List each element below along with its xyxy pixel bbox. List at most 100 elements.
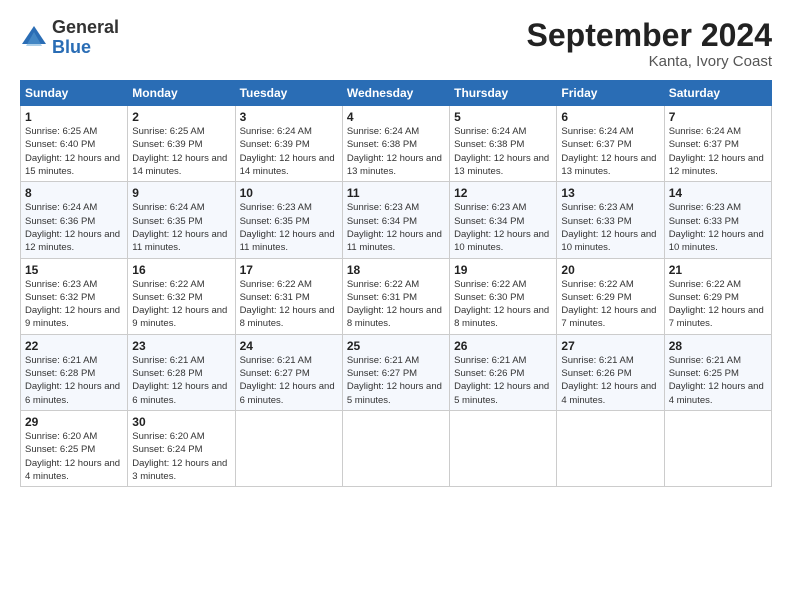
calendar-cell: [664, 410, 771, 486]
calendar-cell: 6Sunrise: 6:24 AM Sunset: 6:37 PM Daylig…: [557, 106, 664, 182]
day-info: Sunrise: 6:20 AM Sunset: 6:24 PM Dayligh…: [132, 430, 230, 483]
calendar-cell: 30Sunrise: 6:20 AM Sunset: 6:24 PM Dayli…: [128, 410, 235, 486]
calendar-cell: 29Sunrise: 6:20 AM Sunset: 6:25 PM Dayli…: [21, 410, 128, 486]
day-info: Sunrise: 6:21 AM Sunset: 6:25 PM Dayligh…: [669, 354, 767, 407]
calendar-cell: 12Sunrise: 6:23 AM Sunset: 6:34 PM Dayli…: [450, 182, 557, 258]
calendar-cell: 16Sunrise: 6:22 AM Sunset: 6:32 PM Dayli…: [128, 258, 235, 334]
day-number: 19: [454, 263, 552, 277]
day-info: Sunrise: 6:24 AM Sunset: 6:37 PM Dayligh…: [561, 125, 659, 178]
calendar-cell: 24Sunrise: 6:21 AM Sunset: 6:27 PM Dayli…: [235, 334, 342, 410]
day-number: 14: [669, 186, 767, 200]
day-number: 1: [25, 110, 123, 124]
day-number: 21: [669, 263, 767, 277]
day-info: Sunrise: 6:25 AM Sunset: 6:40 PM Dayligh…: [25, 125, 123, 178]
day-info: Sunrise: 6:24 AM Sunset: 6:38 PM Dayligh…: [454, 125, 552, 178]
day-number: 8: [25, 186, 123, 200]
day-info: Sunrise: 6:23 AM Sunset: 6:34 PM Dayligh…: [454, 201, 552, 254]
day-number: 15: [25, 263, 123, 277]
col-tuesday: Tuesday: [235, 81, 342, 106]
day-info: Sunrise: 6:21 AM Sunset: 6:27 PM Dayligh…: [240, 354, 338, 407]
calendar-week-row: 15Sunrise: 6:23 AM Sunset: 6:32 PM Dayli…: [21, 258, 772, 334]
calendar-table: Sunday Monday Tuesday Wednesday Thursday…: [20, 80, 772, 487]
calendar-cell: 20Sunrise: 6:22 AM Sunset: 6:29 PM Dayli…: [557, 258, 664, 334]
day-number: 12: [454, 186, 552, 200]
calendar-header-row: Sunday Monday Tuesday Wednesday Thursday…: [21, 81, 772, 106]
day-info: Sunrise: 6:23 AM Sunset: 6:33 PM Dayligh…: [669, 201, 767, 254]
day-number: 26: [454, 339, 552, 353]
day-number: 13: [561, 186, 659, 200]
calendar-cell: [235, 410, 342, 486]
calendar-cell: 21Sunrise: 6:22 AM Sunset: 6:29 PM Dayli…: [664, 258, 771, 334]
calendar-week-row: 29Sunrise: 6:20 AM Sunset: 6:25 PM Dayli…: [21, 410, 772, 486]
day-number: 25: [347, 339, 445, 353]
calendar-cell: 10Sunrise: 6:23 AM Sunset: 6:35 PM Dayli…: [235, 182, 342, 258]
day-number: 18: [347, 263, 445, 277]
calendar-cell: 5Sunrise: 6:24 AM Sunset: 6:38 PM Daylig…: [450, 106, 557, 182]
col-friday: Friday: [557, 81, 664, 106]
calendar-cell: 27Sunrise: 6:21 AM Sunset: 6:26 PM Dayli…: [557, 334, 664, 410]
day-info: Sunrise: 6:22 AM Sunset: 6:29 PM Dayligh…: [669, 278, 767, 331]
col-saturday: Saturday: [664, 81, 771, 106]
day-number: 10: [240, 186, 338, 200]
col-wednesday: Wednesday: [342, 81, 449, 106]
calendar-cell: 23Sunrise: 6:21 AM Sunset: 6:28 PM Dayli…: [128, 334, 235, 410]
day-number: 16: [132, 263, 230, 277]
day-info: Sunrise: 6:21 AM Sunset: 6:26 PM Dayligh…: [561, 354, 659, 407]
calendar-cell: 18Sunrise: 6:22 AM Sunset: 6:31 PM Dayli…: [342, 258, 449, 334]
day-info: Sunrise: 6:23 AM Sunset: 6:33 PM Dayligh…: [561, 201, 659, 254]
col-thursday: Thursday: [450, 81, 557, 106]
day-info: Sunrise: 6:25 AM Sunset: 6:39 PM Dayligh…: [132, 125, 230, 178]
day-number: 23: [132, 339, 230, 353]
calendar-cell: 15Sunrise: 6:23 AM Sunset: 6:32 PM Dayli…: [21, 258, 128, 334]
title-block: September 2024 Kanta, Ivory Coast: [527, 18, 772, 70]
header: General Blue September 2024 Kanta, Ivory…: [20, 18, 772, 70]
day-info: Sunrise: 6:24 AM Sunset: 6:36 PM Dayligh…: [25, 201, 123, 254]
day-number: 5: [454, 110, 552, 124]
day-info: Sunrise: 6:22 AM Sunset: 6:30 PM Dayligh…: [454, 278, 552, 331]
day-info: Sunrise: 6:23 AM Sunset: 6:35 PM Dayligh…: [240, 201, 338, 254]
location: Kanta, Ivory Coast: [527, 53, 772, 70]
logo-blue: Blue: [52, 38, 119, 58]
page: General Blue September 2024 Kanta, Ivory…: [0, 0, 792, 612]
calendar-cell: 1Sunrise: 6:25 AM Sunset: 6:40 PM Daylig…: [21, 106, 128, 182]
calendar-cell: [450, 410, 557, 486]
day-number: 11: [347, 186, 445, 200]
calendar-cell: 17Sunrise: 6:22 AM Sunset: 6:31 PM Dayli…: [235, 258, 342, 334]
day-info: Sunrise: 6:24 AM Sunset: 6:38 PM Dayligh…: [347, 125, 445, 178]
day-info: Sunrise: 6:21 AM Sunset: 6:28 PM Dayligh…: [132, 354, 230, 407]
calendar-cell: 9Sunrise: 6:24 AM Sunset: 6:35 PM Daylig…: [128, 182, 235, 258]
day-info: Sunrise: 6:24 AM Sunset: 6:37 PM Dayligh…: [669, 125, 767, 178]
day-number: 3: [240, 110, 338, 124]
day-info: Sunrise: 6:24 AM Sunset: 6:39 PM Dayligh…: [240, 125, 338, 178]
day-info: Sunrise: 6:22 AM Sunset: 6:31 PM Dayligh…: [240, 278, 338, 331]
day-info: Sunrise: 6:22 AM Sunset: 6:29 PM Dayligh…: [561, 278, 659, 331]
logo-general: General: [52, 18, 119, 38]
calendar-cell: [557, 410, 664, 486]
col-monday: Monday: [128, 81, 235, 106]
calendar-cell: 19Sunrise: 6:22 AM Sunset: 6:30 PM Dayli…: [450, 258, 557, 334]
calendar-cell: 25Sunrise: 6:21 AM Sunset: 6:27 PM Dayli…: [342, 334, 449, 410]
day-info: Sunrise: 6:24 AM Sunset: 6:35 PM Dayligh…: [132, 201, 230, 254]
day-number: 30: [132, 415, 230, 429]
day-number: 22: [25, 339, 123, 353]
calendar-cell: 2Sunrise: 6:25 AM Sunset: 6:39 PM Daylig…: [128, 106, 235, 182]
calendar-cell: 11Sunrise: 6:23 AM Sunset: 6:34 PM Dayli…: [342, 182, 449, 258]
day-number: 17: [240, 263, 338, 277]
calendar-cell: 28Sunrise: 6:21 AM Sunset: 6:25 PM Dayli…: [664, 334, 771, 410]
day-number: 9: [132, 186, 230, 200]
calendar-cell: 7Sunrise: 6:24 AM Sunset: 6:37 PM Daylig…: [664, 106, 771, 182]
day-info: Sunrise: 6:20 AM Sunset: 6:25 PM Dayligh…: [25, 430, 123, 483]
calendar-cell: 3Sunrise: 6:24 AM Sunset: 6:39 PM Daylig…: [235, 106, 342, 182]
calendar-cell: 13Sunrise: 6:23 AM Sunset: 6:33 PM Dayli…: [557, 182, 664, 258]
month-title: September 2024: [527, 18, 772, 53]
day-info: Sunrise: 6:21 AM Sunset: 6:28 PM Dayligh…: [25, 354, 123, 407]
calendar-cell: 14Sunrise: 6:23 AM Sunset: 6:33 PM Dayli…: [664, 182, 771, 258]
calendar-cell: 26Sunrise: 6:21 AM Sunset: 6:26 PM Dayli…: [450, 334, 557, 410]
day-number: 20: [561, 263, 659, 277]
day-info: Sunrise: 6:21 AM Sunset: 6:27 PM Dayligh…: [347, 354, 445, 407]
day-number: 29: [25, 415, 123, 429]
day-info: Sunrise: 6:23 AM Sunset: 6:34 PM Dayligh…: [347, 201, 445, 254]
calendar-cell: [342, 410, 449, 486]
col-sunday: Sunday: [21, 81, 128, 106]
day-number: 2: [132, 110, 230, 124]
